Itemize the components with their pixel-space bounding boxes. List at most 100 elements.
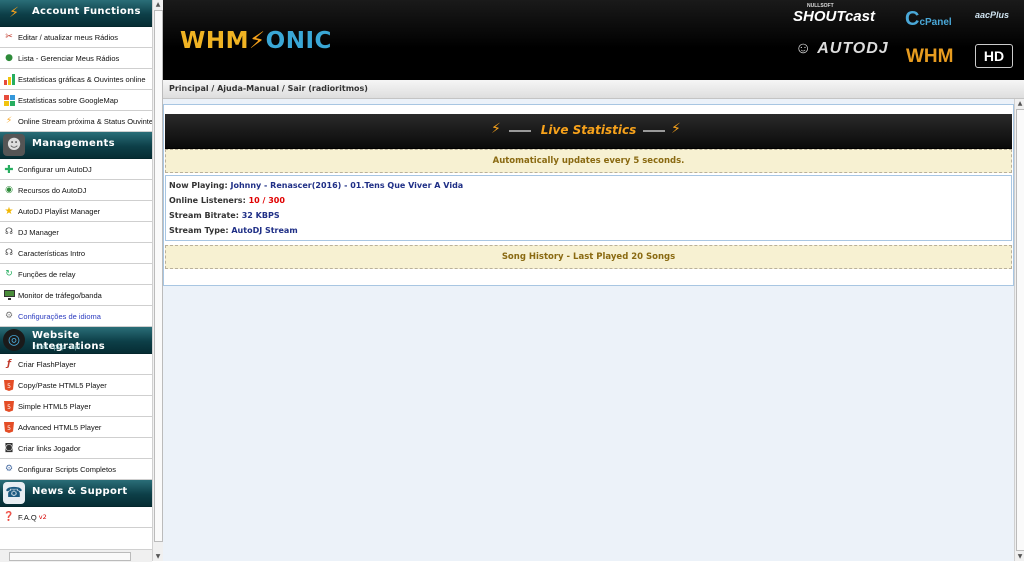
sidebar-item-label: Monitor de tráfego/banda [18, 290, 102, 300]
gear-icon: ⚙ [4, 464, 14, 474]
sidebar-item-label: Funções de relay [18, 269, 76, 279]
section-title: News & Support [32, 486, 128, 497]
stream-type-row: Stream Type: AutoDJ Stream [169, 226, 298, 235]
sidebar-item-label: Configurar um AutoDJ [18, 164, 92, 174]
support-icon: ☎ [3, 482, 25, 504]
scrollbar-thumb[interactable] [1016, 109, 1024, 551]
sidebar-item-label: Configurar Scripts Completos [18, 464, 116, 474]
stream-bitrate-row: Stream Bitrate: 32 KBPS [169, 211, 280, 220]
breadcrumb-separator: / [208, 84, 218, 93]
logo-text-part2: ONIC [265, 28, 332, 54]
scroll-down-arrow-icon[interactable]: ▼ [1016, 552, 1024, 561]
autodj-logo: ☺ AUTODJ [795, 40, 889, 58]
sidebar-item-online-stream-status[interactable]: ⚡ Online Stream próxima & Status Ouvinte [0, 111, 152, 132]
stream-type-value: AutoDJ Stream [231, 226, 298, 235]
lightning-icon: ⚡ [671, 121, 681, 137]
lightning-icon: ⚡ [5, 116, 13, 126]
sidebar-horizontal-scrollbar[interactable] [0, 549, 152, 562]
tools-icon: ✂ [5, 32, 13, 42]
html5-icon: 5 [3, 379, 15, 391]
sidebar-item-label: Configurações de idioma [18, 311, 101, 321]
bitrate-value: 32 KBPS [241, 211, 280, 220]
section-header-managements: ☻ Managements [0, 132, 152, 159]
aacplus-text: aacPlus [975, 10, 1010, 20]
eye-icon: ◉ [5, 185, 13, 195]
aacplus-logo: aacPlus [975, 10, 1009, 20]
lightning-icon: ⚡ [9, 5, 19, 21]
section-header-account-functions: ⚡ Account Functions [0, 0, 152, 27]
bar-chart-icon [3, 73, 15, 85]
listeners-label: Online Listeners: [169, 196, 246, 205]
live-statistics-panel: ⚡ Live Statistics ⚡ Automatically update… [163, 104, 1014, 286]
svg-text:5: 5 [7, 425, 11, 432]
hd-logo: HD [975, 44, 1013, 68]
monitor-icon [3, 289, 15, 301]
sidebar-item-graph-stats[interactable]: Estatísticas gráficas & Ouvintes online [0, 69, 152, 90]
now-playing-label: Now Playing: [169, 181, 228, 190]
scrollbar-thumb[interactable] [154, 10, 163, 542]
sidebar-vertical-scrollbar[interactable]: ▲ ▼ [152, 0, 163, 561]
scrollbar-thumb[interactable] [9, 552, 131, 561]
stream-info-box: Now Playing: Johnny - Renascer(2016) - 0… [165, 175, 1012, 241]
headphones-icon: ☊ [5, 227, 13, 237]
sidebar-item-relay-functions[interactable]: ↻ Funções de relay [0, 264, 152, 285]
sidebar-item-playlist-manager[interactable]: ★ AutoDJ Playlist Manager [0, 201, 152, 222]
player-icon: ◙ [4, 443, 14, 453]
decorative-line [643, 130, 665, 132]
sidebar-item-googlemap-stats[interactable]: Estatísticas sobre GoogleMap [0, 90, 152, 111]
cpanel-text: cPanel [919, 17, 952, 28]
sidebar-item-label: Advanced HTML5 Player [18, 422, 102, 432]
sidebar-item-label: Lista - Gerenciar Meus Rádios [18, 53, 120, 63]
panel-title: Live Statistics [540, 123, 637, 137]
bitrate-label: Stream Bitrate: [169, 211, 239, 220]
sidebar-item-label: Características Intro [18, 248, 86, 258]
sidebar-item-label: Criar links Jogador [18, 443, 81, 453]
globe-icon: ◎ [3, 329, 25, 351]
sidebar-item-traffic-monitor[interactable]: Monitor de tráfego/banda [0, 285, 152, 306]
scroll-up-arrow-icon[interactable]: ▲ [154, 0, 162, 9]
whm-logo: WHM [906, 46, 954, 67]
shoutcast-logo: NULLSOFT SHOUTcast [793, 3, 875, 25]
breadcrumb-help-manual[interactable]: Ajuda-Manual [217, 84, 279, 93]
users-icon: ● [5, 53, 13, 63]
sidebar-item-full-scripts[interactable]: ⚙ Configurar Scripts Completos [0, 459, 152, 480]
scroll-up-arrow-icon[interactable]: ▲ [1016, 99, 1024, 108]
section-title: Account Functions [32, 6, 141, 17]
html5-icon: 5 [3, 400, 15, 412]
scroll-down-arrow-icon[interactable]: ▼ [154, 552, 162, 561]
star-icon: ★ [4, 205, 14, 217]
sidebar: ⚡ Account Functions ✂ Editar / atualizar… [0, 0, 152, 561]
sidebar-item-faq[interactable]: ❓ F.A.Q v2 [0, 507, 152, 528]
sidebar-item-create-flashplayer[interactable]: ƒ Criar FlashPlayer [0, 354, 152, 375]
song-history-header: Song History - Last Played 20 Songs [165, 245, 1012, 269]
refresh-icon: ↻ [5, 269, 13, 279]
sidebar-item-autodj-resources[interactable]: ◉ Recursos do AutoDJ [0, 180, 152, 201]
sidebar-item-intro-features[interactable]: ☊ Características Intro [0, 243, 152, 264]
google-icon [3, 94, 15, 106]
sidebar-item-label: F.A.Q [18, 512, 37, 522]
sidebar-item-copy-paste-html5[interactable]: 5 Copy/Paste HTML5 Player [0, 375, 152, 396]
flash-icon: ƒ [7, 359, 11, 369]
shoutcast-small-text: NULLSOFT [807, 3, 834, 9]
tux-icon: ☺ [795, 40, 813, 57]
section-header-website-integrations: ◎ Website Integrations html - php - api … [0, 327, 152, 354]
gear-icon: ⚙ [4, 311, 14, 321]
version-badge: v2 [38, 513, 47, 521]
sidebar-item-player-links[interactable]: ◙ Criar links Jogador [0, 438, 152, 459]
sidebar-item-label: Recursos do AutoDJ [18, 185, 87, 195]
sidebar-item-language-settings[interactable]: ⚙ Configurações de idioma [0, 306, 152, 327]
sidebar-item-simple-html5[interactable]: 5 Simple HTML5 Player [0, 396, 152, 417]
sidebar-item-edit-radios[interactable]: ✂ Editar / atualizar meus Rádios [0, 27, 152, 48]
now-playing-value: Johnny - Renascer(2016) - 01.Tens Que Vi… [230, 181, 464, 190]
header-banner: WHM⚡ONIC NULLSOFT SHOUTcast CcPanel aacP… [163, 0, 1024, 80]
breadcrumb-principal[interactable]: Principal [169, 84, 209, 93]
breadcrumb-logout[interactable]: Sair (radioritmos) [288, 84, 368, 93]
sidebar-item-configure-autodj[interactable]: ✚ Configurar um AutoDJ [0, 159, 152, 180]
sidebar-item-label: Criar FlashPlayer [18, 359, 76, 369]
sidebar-item-advanced-html5[interactable]: 5 Advanced HTML5 Player [0, 417, 152, 438]
sidebar-item-dj-manager[interactable]: ☊ DJ Manager [0, 222, 152, 243]
main-vertical-scrollbar[interactable]: ▲ ▼ [1014, 99, 1024, 561]
sidebar-item-list-radios[interactable]: ● Lista - Gerenciar Meus Rádios [0, 48, 152, 69]
section-subtitle: html - php - api ... [34, 344, 88, 351]
auto-update-notice: Automatically updates every 5 seconds. [165, 149, 1012, 173]
